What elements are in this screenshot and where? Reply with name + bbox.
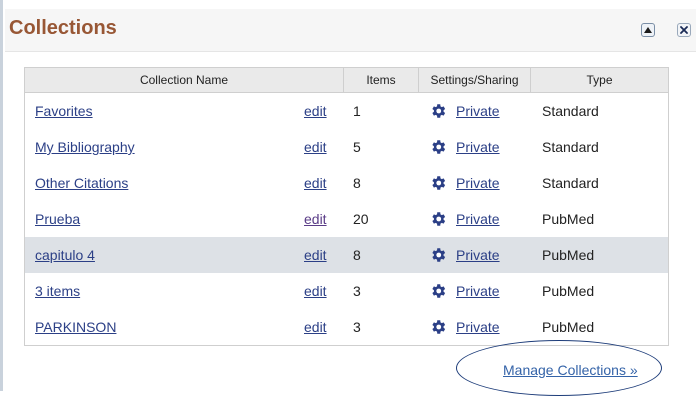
collection-name-link[interactable]: Prueba [35, 211, 80, 227]
header-items: Items [344, 68, 419, 92]
collection-name-cell: Favorites edit [25, 93, 344, 129]
collection-name-cell: PARKINSON edit [25, 309, 344, 345]
gear-icon [432, 320, 446, 334]
header-type: Type [586, 73, 613, 87]
gear-icon [432, 104, 446, 118]
gear-icon [432, 212, 446, 226]
items-count: 8 [353, 175, 361, 191]
collection-name-cell: My Bibliography edit [25, 129, 344, 165]
sharing-link[interactable]: Private [456, 139, 500, 155]
close-button[interactable] [677, 23, 691, 37]
gear-icon [432, 284, 446, 298]
edit-link[interactable]: edit [304, 283, 327, 299]
table-row: Favorites edit 1 Private Standard [25, 93, 668, 129]
edit-link[interactable]: edit [304, 247, 327, 263]
sharing-link[interactable]: Private [456, 283, 500, 299]
collection-name-link[interactable]: Other Citations [35, 175, 128, 191]
sharing-link[interactable]: Private [456, 175, 500, 191]
gear-icon [432, 140, 446, 154]
collection-type: PubMed [542, 211, 595, 227]
edit-link[interactable]: edit [304, 319, 327, 335]
items-count: 20 [353, 211, 369, 227]
collection-name-cell: 3 items edit [25, 273, 344, 309]
sharing-link[interactable]: Private [456, 319, 500, 335]
header-settings-sharing: Settings/Sharing [419, 68, 531, 92]
collection-name-link[interactable]: PARKINSON [35, 319, 116, 335]
panel-title: Collections [9, 17, 117, 39]
table-body: Favorites edit 1 Private Standard My Bibliogr… [25, 93, 668, 345]
sharing-cell: Private [419, 93, 531, 129]
collection-name-link[interactable]: Favorites [35, 103, 93, 119]
table-row: 3 items edit 3 Private PubMed [25, 273, 668, 309]
sharing-link[interactable]: Private [456, 247, 500, 263]
items-count: 3 [353, 283, 361, 299]
header-collection-name: Collection Name [25, 68, 344, 92]
collection-name-link[interactable]: 3 items [35, 283, 80, 299]
items-count: 3 [353, 319, 361, 335]
collection-type: Standard [542, 103, 599, 119]
sharing-cell: Private [419, 201, 531, 237]
collection-name-cell: capitulo 4 edit [25, 237, 344, 273]
panel-header: Collections [5, 9, 696, 52]
table-header-row: Collection Name Items Settings/Sharing T… [25, 68, 668, 93]
edit-link[interactable]: edit [304, 139, 327, 155]
manage-collections-link[interactable]: Manage Collections » [503, 362, 638, 378]
table-row: Prueba edit 20 Private PubMed [25, 201, 668, 237]
collection-name-link[interactable]: capitulo 4 [35, 247, 95, 263]
collapse-button[interactable] [641, 23, 655, 37]
table-row: Other Citations edit 8 Private Standard [25, 165, 668, 201]
collection-name-link[interactable]: My Bibliography [35, 139, 135, 155]
sharing-link[interactable]: Private [456, 211, 500, 227]
sharing-cell: Private [419, 129, 531, 165]
items-count: 1 [353, 103, 361, 119]
edit-link[interactable]: edit [304, 103, 327, 119]
table-row: My Bibliography edit 5 Private Standard [25, 129, 668, 165]
sharing-cell: Private [419, 273, 531, 309]
edit-link[interactable]: edit [304, 211, 327, 227]
edit-link[interactable]: edit [304, 175, 327, 191]
sharing-cell: Private [419, 165, 531, 201]
sharing-cell: Private [419, 237, 531, 273]
manage-collections-callout: Manage Collections » [456, 340, 662, 396]
gear-icon [432, 176, 446, 190]
collection-type: PubMed [542, 247, 595, 263]
collection-type: PubMed [542, 283, 595, 299]
gear-icon [432, 248, 446, 262]
triangle-up-icon [644, 27, 652, 33]
collection-type: Standard [542, 175, 599, 191]
collection-type: Standard [542, 139, 599, 155]
items-count: 5 [353, 139, 361, 155]
sharing-link[interactable]: Private [456, 103, 500, 119]
collection-name-cell: Other Citations edit [25, 165, 344, 201]
close-icon [680, 26, 688, 34]
collection-name-cell: Prueba edit [25, 201, 344, 237]
collections-table: Collection Name Items Settings/Sharing T… [24, 67, 669, 346]
table-row: capitulo 4 edit 8 Private PubMed [25, 237, 668, 273]
items-count: 8 [353, 247, 361, 263]
